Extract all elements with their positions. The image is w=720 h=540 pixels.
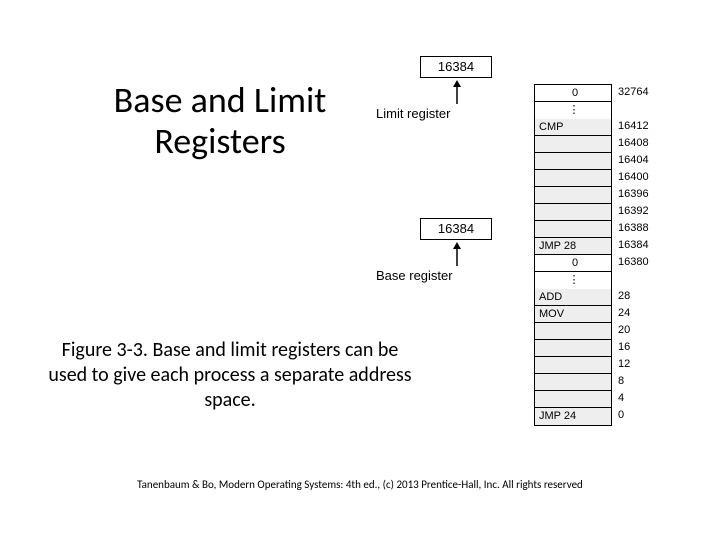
addr-label: 16400 bbox=[618, 169, 670, 186]
addr-label: 12 bbox=[618, 356, 670, 373]
addr-label: 16412 bbox=[618, 118, 670, 135]
addr-label: 16396 bbox=[618, 186, 670, 203]
memory-row bbox=[535, 357, 611, 374]
addr-label: 32764 bbox=[618, 84, 670, 101]
addr-label: 4 bbox=[618, 390, 670, 407]
memory-row bbox=[535, 136, 611, 153]
memory-ellipsis: ⋮ bbox=[535, 102, 611, 119]
memory-row bbox=[535, 221, 611, 238]
memory-row bbox=[535, 204, 611, 221]
addr-label: 16388 bbox=[618, 220, 670, 237]
memory-row: JMP 28 bbox=[535, 238, 611, 255]
addr-label: 20 bbox=[618, 322, 670, 339]
memory-row bbox=[535, 323, 611, 340]
addr-label: 16408 bbox=[618, 135, 670, 152]
base-register-label: Base register bbox=[376, 268, 453, 283]
addr-label: 16384 bbox=[618, 237, 670, 254]
memory-row: JMP 24 bbox=[535, 408, 611, 425]
addr-label: 16380 bbox=[618, 254, 670, 271]
addr-label: 16404 bbox=[618, 152, 670, 169]
memory-column: 0 ⋮ CMP JMP 28 0 ⋮ ADD MOV JMP 24 bbox=[534, 84, 612, 426]
memory-row: MOV bbox=[535, 306, 611, 323]
base-register-box: 16384 bbox=[420, 218, 492, 240]
limit-arrow-icon bbox=[448, 80, 466, 104]
address-column: 32764 16412 16408 16404 16400 16396 1639… bbox=[618, 84, 670, 424]
memory-row bbox=[535, 170, 611, 187]
figure-caption: Figure 3-3. Base and limit registers can… bbox=[45, 338, 415, 413]
addr-label: 16 bbox=[618, 339, 670, 356]
memory-row: 0 bbox=[535, 255, 611, 272]
memory-row bbox=[535, 391, 611, 408]
addr-label: 24 bbox=[618, 305, 670, 322]
addr-label: 28 bbox=[618, 288, 670, 305]
memory-top: 0 bbox=[535, 85, 611, 102]
limit-register-label: Limit register bbox=[376, 106, 450, 121]
limit-register-box: 16384 bbox=[420, 56, 492, 78]
memory-ellipsis: ⋮ bbox=[535, 272, 611, 289]
copyright-footer: Tanenbaum & Bo, Modern Operating Systems… bbox=[0, 478, 720, 491]
addr-label: 8 bbox=[618, 373, 670, 390]
base-arrow-icon bbox=[448, 242, 466, 266]
memory-row bbox=[535, 374, 611, 391]
slide-title: Base and Limit Registers bbox=[60, 80, 380, 163]
addr-label: 16392 bbox=[618, 203, 670, 220]
memory-row bbox=[535, 187, 611, 204]
addr-label: 0 bbox=[618, 407, 670, 424]
memory-row bbox=[535, 340, 611, 357]
memory-row bbox=[535, 153, 611, 170]
memory-row: ADD bbox=[535, 289, 611, 306]
memory-row: CMP bbox=[535, 119, 611, 136]
